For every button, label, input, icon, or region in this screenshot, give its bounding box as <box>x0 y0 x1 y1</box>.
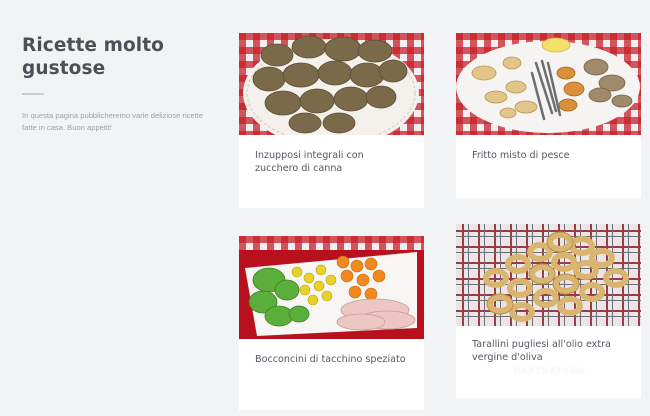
intro-section: Ricette molto gustose In questa pagina p… <box>22 34 212 133</box>
recipe-card[interactable]: Inzupposi integrali con zucchero di cann… <box>239 33 424 208</box>
chat-bubble-icon <box>495 365 509 380</box>
recipe-title[interactable]: Tarallini pugliesi all'olio extra vergin… <box>456 326 641 364</box>
recipe-card[interactable]: Bocconcini di tacchino speziato <box>239 236 424 410</box>
taralli-photo[interactable] <box>456 224 641 326</box>
cookies-photo[interactable] <box>239 33 424 135</box>
recipe-card[interactable]: Fritto misto di pesce <box>456 33 641 198</box>
recipe-title[interactable]: Bocconcini di tacchino speziato <box>239 339 424 367</box>
recipe-title[interactable]: Inzupposi integrali con zucchero di cann… <box>239 135 424 175</box>
watermark-text: ПАРТНЕРКИН <box>514 367 586 377</box>
recipe-title[interactable]: Fritto misto di pesce <box>456 135 641 163</box>
turkey-salad-photo[interactable] <box>239 236 424 339</box>
page-description: In questa pagina pubblicheremo varie del… <box>22 111 204 132</box>
page-title: Ricette molto gustose <box>22 35 164 79</box>
title-divider <box>22 93 44 95</box>
fried-fish-photo[interactable] <box>456 33 641 135</box>
watermark: ПАРТНЕРКИН <box>494 364 586 380</box>
